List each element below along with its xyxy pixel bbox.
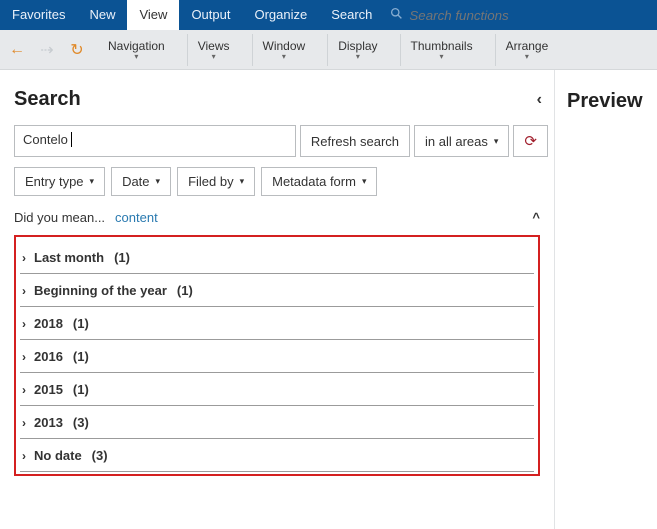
ribbon-thumbnails[interactable]: Thumbnails▾ xyxy=(400,34,483,66)
result-group-2016[interactable]: › 2016(1) xyxy=(20,340,534,373)
tab-view[interactable]: View xyxy=(127,0,179,30)
ribbon-display[interactable]: Display▾ xyxy=(327,34,387,66)
main-tabbar: Favorites New View Output Organize Searc… xyxy=(0,0,657,30)
chevron-right-icon: › xyxy=(22,350,26,364)
area-select[interactable]: in all areas▾ xyxy=(414,125,509,157)
chevron-right-icon: › xyxy=(22,284,26,298)
tab-new[interactable]: New xyxy=(77,0,127,30)
tab-output[interactable]: Output xyxy=(179,0,242,30)
result-group-last-month[interactable]: › Last month(1) xyxy=(20,241,534,274)
preview-title: Preview xyxy=(567,90,645,113)
result-group-2013[interactable]: › 2013(3) xyxy=(20,406,534,439)
ribbon-window[interactable]: Window▾ xyxy=(252,34,316,66)
reload-icon[interactable]: ↻ xyxy=(68,40,86,60)
function-search-input[interactable] xyxy=(409,8,588,23)
ribbon-views[interactable]: Views▾ xyxy=(187,34,240,66)
refresh-icon: ⟳ xyxy=(524,132,537,150)
filter-date[interactable]: Date▾ xyxy=(111,167,171,196)
ribbon-navigation[interactable]: Navigation▾ xyxy=(98,34,175,66)
tab-organize[interactable]: Organize xyxy=(242,0,319,30)
filter-metadata[interactable]: Metadata form▾ xyxy=(261,167,377,196)
chevron-right-icon: › xyxy=(22,317,26,331)
back-icon[interactable]: ← xyxy=(8,41,26,59)
forward-disabled-icon: ⇢ xyxy=(38,40,56,60)
tab-search[interactable]: Search xyxy=(319,0,384,30)
tab-favorites[interactable]: Favorites xyxy=(0,0,77,30)
chevron-right-icon: › xyxy=(22,449,26,463)
refresh-icon-button[interactable]: ⟳ xyxy=(513,125,548,157)
collapse-panel-icon[interactable]: ‹ xyxy=(531,89,548,111)
result-group-2018[interactable]: › 2018(1) xyxy=(20,307,534,340)
results-highlight-box: › Last month(1) › Beginning of the year(… xyxy=(14,235,540,476)
collapse-results-icon[interactable]: ^ xyxy=(532,210,548,225)
ribbon-arrange[interactable]: Arrange▾ xyxy=(495,34,559,66)
result-group-year-begin[interactable]: › Beginning of the year(1) xyxy=(20,274,534,307)
filter-filed-by[interactable]: Filed by▾ xyxy=(177,167,255,196)
search-query-input[interactable]: Contelo xyxy=(14,125,296,157)
search-icon xyxy=(390,7,403,23)
result-group-no-date[interactable]: › No date(3) xyxy=(20,439,534,472)
page-title: Search xyxy=(14,88,81,111)
chevron-right-icon: › xyxy=(22,383,26,397)
chevron-right-icon: › xyxy=(22,416,26,430)
did-you-mean-link[interactable]: content xyxy=(115,210,158,225)
refresh-search-button[interactable]: Refresh search xyxy=(300,125,410,157)
filter-entry-type[interactable]: Entry type▾ xyxy=(14,167,105,196)
chevron-right-icon: › xyxy=(22,251,26,265)
result-group-2015[interactable]: › 2015(1) xyxy=(20,373,534,406)
ribbon-toolbar: ← ⇢ ↻ Navigation▾ Views▾ Window▾ Display… xyxy=(0,30,657,70)
did-you-mean-label: Did you mean... xyxy=(14,210,105,225)
